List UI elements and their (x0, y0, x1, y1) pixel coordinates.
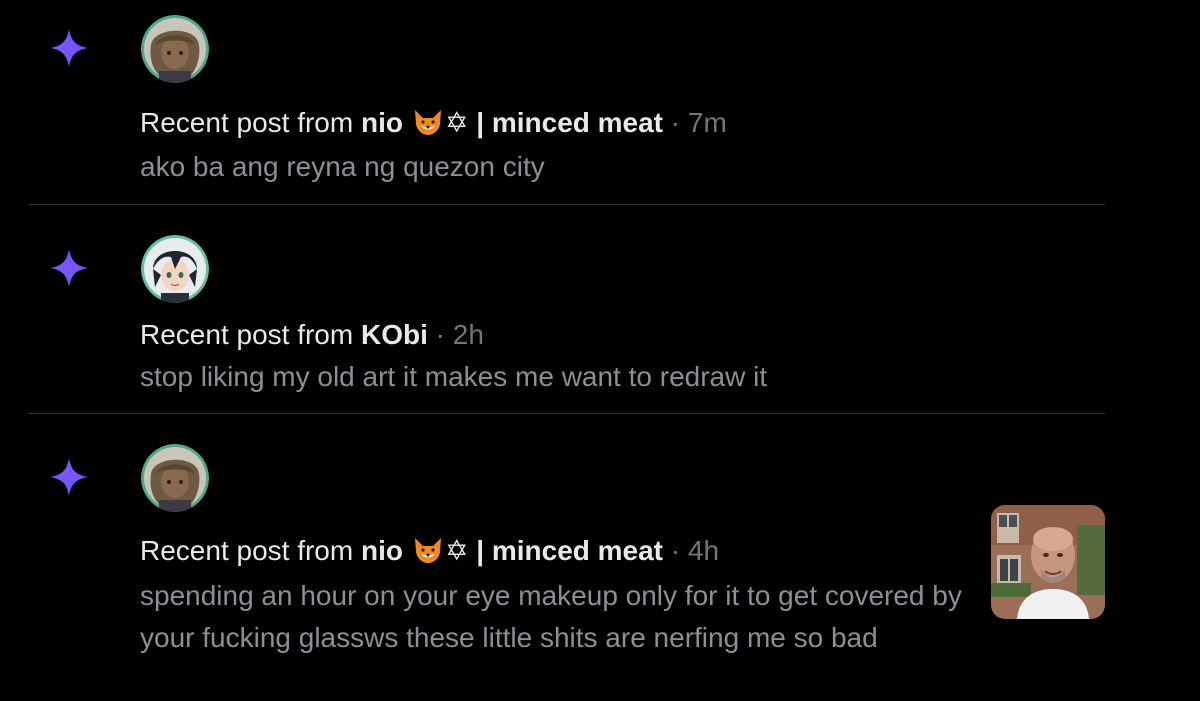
timestamp[interactable]: 4h (688, 535, 719, 566)
timestamp[interactable]: 2h (453, 319, 484, 350)
post-preview-text: stop liking my old art it makes me want … (140, 361, 768, 392)
author-name[interactable]: nio (361, 535, 403, 566)
sparkle-icon (48, 456, 90, 498)
sparkle-icon (48, 247, 90, 289)
timestamp[interactable]: 7m (688, 107, 727, 138)
notification-headline: Recent post from nio ✡︎ | minced meat · 7… (140, 106, 727, 140)
headline-prefix: Recent post from (140, 107, 361, 138)
headline-prefix: Recent post from (140, 319, 361, 350)
post-preview-text: spending an hour on your eye makeup only… (140, 580, 962, 653)
author-name[interactable]: nio (361, 107, 403, 138)
sparkle-icon (48, 27, 90, 69)
post-media-thumbnail[interactable] (991, 505, 1105, 619)
notification-headline: Recent post from nio ✡︎ | minced meat · 4… (140, 534, 719, 568)
separator-dot: · (663, 535, 688, 566)
avatar[interactable] (141, 444, 209, 512)
author-suffix[interactable]: ✡︎ | minced meat (445, 107, 663, 138)
separator-dot: · (427, 319, 453, 350)
notification-headline: Recent post from KObi · 2h (140, 318, 484, 352)
post-preview-text: ako ba ang reyna ng quezon city (140, 151, 545, 182)
fox-emoji-icon (413, 536, 443, 564)
avatar[interactable] (141, 15, 209, 83)
divider (28, 204, 1105, 205)
headline-prefix: Recent post from (140, 535, 361, 566)
avatar[interactable] (141, 235, 209, 303)
author-name[interactable]: KObi (361, 319, 428, 350)
separator-dot: · (663, 107, 688, 138)
notification-item[interactable]: Recent post from nio ✡︎ | minced meat · 7… (0, 0, 1200, 205)
notifications-feed: Recent post from nio ✡︎ | minced meat · 7… (0, 0, 1200, 701)
divider (28, 413, 1105, 414)
author-suffix[interactable]: ✡︎ | minced meat (445, 535, 663, 566)
notification-item[interactable]: Recent post from KObi · 2h stop liking m… (0, 206, 1200, 414)
fox-emoji-icon (413, 108, 443, 136)
